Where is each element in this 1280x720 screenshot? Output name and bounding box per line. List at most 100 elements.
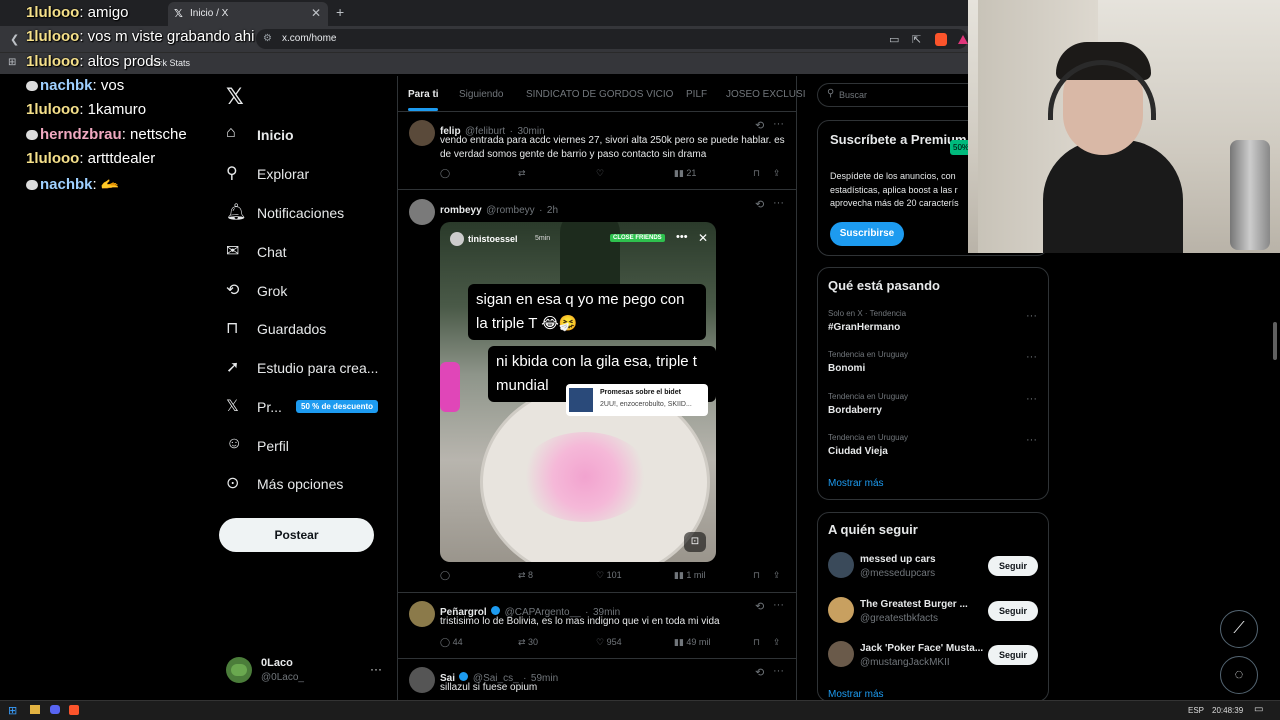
- bookmark-icon[interactable]: ⊓: [753, 570, 760, 581]
- grok-image-icon[interactable]: ⊡: [684, 532, 706, 552]
- scrollbar-thumb[interactable]: [1273, 322, 1277, 360]
- tweet-separator: [398, 592, 796, 593]
- tab-para-ti[interactable]: Para ti: [408, 89, 439, 100]
- nav-item-guardados[interactable]: ⊓ Guardados: [226, 312, 396, 346]
- messages-float-icon[interactable]: ◌: [1220, 656, 1258, 694]
- tweet-author-name[interactable]: rombeyy: [440, 205, 482, 216]
- views-icon[interactable]: ▮▮ 49 mil: [674, 637, 710, 648]
- mail-icon: ✉: [226, 243, 240, 260]
- x-home-logo-icon[interactable]: 𝕏: [226, 84, 244, 110]
- brave-rewards-icon[interactable]: [958, 35, 968, 44]
- share-icon[interactable]: ⇪: [773, 168, 781, 179]
- retweet-icon[interactable]: ⇄ 8: [518, 570, 533, 581]
- follow-show-more[interactable]: Mostrar más: [828, 689, 884, 700]
- trend-name[interactable]: Ciudad Vieja: [828, 446, 888, 457]
- share-icon[interactable]: ⇪: [773, 637, 781, 648]
- trend-name[interactable]: #GranHermano: [828, 322, 900, 333]
- nav-item-explorar[interactable]: ⚲ Explorar: [226, 157, 396, 191]
- browser-tab[interactable]: 𝕏 Inicio / X ✕: [168, 2, 328, 26]
- follow-avatar[interactable]: [828, 552, 854, 578]
- account-avatar[interactable]: [226, 657, 252, 683]
- share-icon[interactable]: ⇱: [912, 33, 921, 46]
- tweet-more-icon[interactable]: ···: [773, 665, 784, 677]
- search-box[interactable]: ⚲ Buscar: [817, 83, 968, 107]
- notifications-icon[interactable]: ▭: [1254, 704, 1263, 715]
- nav-item-estudio-para-crea-[interactable]: ➚ Estudio para crea...: [226, 351, 396, 385]
- tweet-more-icon[interactable]: ···: [773, 197, 784, 209]
- trend-more-icon[interactable]: ···: [1026, 351, 1037, 363]
- retweet-icon[interactable]: ⇄ 30: [518, 637, 538, 648]
- nav-item-chat[interactable]: ✉ Chat: [226, 235, 396, 269]
- grok-icon[interactable]: ⟲: [755, 198, 764, 211]
- reply-icon[interactable]: ◯: [440, 570, 450, 581]
- like-icon[interactable]: ♡ 101: [596, 570, 622, 581]
- tweet-avatar[interactable]: [409, 199, 435, 225]
- close-tab-icon[interactable]: ✕: [311, 6, 321, 20]
- grok-float-icon[interactable]: ⟋: [1220, 610, 1258, 648]
- follow-name[interactable]: Jack 'Poker Face' Musta...: [860, 643, 983, 654]
- reply-icon[interactable]: ◯: [440, 168, 450, 179]
- follow-button[interactable]: Seguir: [988, 556, 1038, 576]
- account-more-icon[interactable]: ···: [370, 662, 382, 676]
- tweet-avatar[interactable]: [409, 601, 435, 627]
- trend-more-icon[interactable]: ···: [1026, 434, 1037, 446]
- share-icon[interactable]: ⇪: [773, 570, 781, 581]
- nav-item-notificaciones[interactable]: 🔔︎ Notificaciones: [226, 196, 396, 230]
- grok-icon[interactable]: ⟲: [755, 119, 764, 132]
- start-icon[interactable]: ⊞: [8, 704, 17, 717]
- nav-item-grok[interactable]: ⟲ Grok: [226, 274, 396, 308]
- cast-icon[interactable]: ▭: [889, 33, 899, 46]
- trend-name[interactable]: Bordaberry: [828, 405, 882, 416]
- clock[interactable]: 20:48:39: [1212, 706, 1243, 715]
- like-icon[interactable]: ♡: [596, 168, 604, 179]
- nav-item-inicio[interactable]: ⌂ Inicio: [226, 118, 396, 152]
- trend-more-icon[interactable]: ···: [1026, 310, 1037, 322]
- language-indicator[interactable]: ESP: [1188, 706, 1204, 715]
- nav-item-más-opciones[interactable]: ⊙ Más opciones: [226, 467, 396, 501]
- back-icon[interactable]: ❮: [10, 33, 19, 46]
- follow-avatar[interactable]: [828, 597, 854, 623]
- follow-name[interactable]: messed up cars: [860, 554, 936, 565]
- follow-button[interactable]: Seguir: [988, 601, 1038, 621]
- nav-item-perfil[interactable]: ☺ Perfil: [226, 429, 396, 463]
- site-settings-icon[interactable]: ⚙: [263, 33, 272, 44]
- grok-icon[interactable]: ⟲: [755, 600, 764, 613]
- brave-taskbar-icon[interactable]: [69, 705, 79, 715]
- tweet-more-icon[interactable]: ···: [773, 118, 784, 130]
- tweet-author-handle[interactable]: @rombeyy: [486, 205, 535, 216]
- grok-icon[interactable]: ⟲: [755, 666, 764, 679]
- like-icon[interactable]: ♡ 954: [596, 637, 622, 648]
- apps-grid-icon[interactable]: ⊞: [8, 57, 16, 68]
- brave-shield-icon[interactable]: [935, 33, 947, 46]
- person-icon: ☺: [226, 435, 243, 452]
- views-icon[interactable]: ▮▮ 21: [674, 168, 696, 179]
- tweet-time[interactable]: 2h: [547, 205, 558, 216]
- trend-name[interactable]: Bonomi: [828, 363, 865, 374]
- post-button[interactable]: Postear: [219, 518, 374, 552]
- address-bar[interactable]: [256, 29, 968, 49]
- tweet-more-icon[interactable]: ···: [773, 599, 784, 611]
- retweet-icon[interactable]: ⇄: [518, 168, 526, 179]
- views-icon[interactable]: ▮▮ 1 mil: [674, 570, 705, 581]
- trends-show-more[interactable]: Mostrar más: [828, 478, 884, 489]
- subscribe-button[interactable]: Suscribirse: [830, 222, 904, 246]
- verified-icon: [459, 672, 469, 682]
- follow-name[interactable]: The Greatest Burger ...: [860, 599, 968, 610]
- discord-icon[interactable]: [50, 705, 60, 714]
- bookmark-icon[interactable]: ⊓: [753, 168, 760, 179]
- bookmark-icon[interactable]: ⊓: [753, 637, 760, 648]
- tab-sindicato[interactable]: SINDICATO DE GORDOS VICIO: [526, 89, 673, 100]
- reply-icon[interactable]: ◯ 44: [440, 637, 463, 648]
- tab-pilf[interactable]: PILF: [686, 89, 707, 100]
- new-tab-button[interactable]: +: [336, 4, 344, 20]
- explorer-icon[interactable]: [30, 705, 40, 714]
- tab-siguiendo[interactable]: Siguiendo: [459, 89, 503, 100]
- tab-joseo[interactable]: JOSEO EXCLUSI: [726, 89, 805, 100]
- follow-avatar[interactable]: [828, 641, 854, 667]
- trend-more-icon[interactable]: ···: [1026, 393, 1037, 405]
- active-tab-indicator: [408, 108, 438, 111]
- tweet-avatar[interactable]: [409, 667, 435, 693]
- tweet-avatar[interactable]: [409, 120, 435, 146]
- tweet-media-image[interactable]: tinistoessel 5min CLOSE FRIENDS ••• ✕ si…: [440, 222, 716, 562]
- follow-button[interactable]: Seguir: [988, 645, 1038, 665]
